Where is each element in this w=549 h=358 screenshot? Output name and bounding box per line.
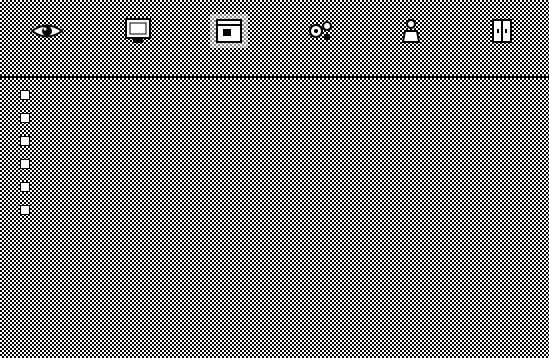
list-item[interactable]: [16, 199, 533, 222]
display-icon: [119, 14, 157, 48]
list-item[interactable]: [16, 153, 533, 176]
cabinet-icon: [483, 14, 521, 48]
gears-icon: [301, 14, 339, 48]
bullet-icon: [20, 182, 30, 192]
toolbar-tab-4[interactable]: [279, 0, 361, 74]
toolbar-tab-6[interactable]: [461, 0, 543, 74]
list-item[interactable]: [16, 176, 533, 199]
bullet-icon: [20, 90, 30, 100]
pane-list: [16, 84, 533, 224]
preferences-window: [0, 0, 549, 358]
list-item[interactable]: [16, 107, 533, 130]
bullet-icon: [20, 159, 30, 169]
bullet-icon: [20, 113, 30, 123]
bullet-icon: [20, 205, 30, 215]
bullet-icon: [20, 136, 30, 146]
toolbar-tab-1[interactable]: [6, 0, 88, 74]
window-icon: [210, 14, 248, 48]
person-icon: [392, 14, 430, 48]
toolbar-divider: [0, 76, 549, 78]
toolbar-tab-5[interactable]: [370, 0, 452, 74]
toolbar: [0, 0, 549, 74]
toolbar-tab-2[interactable]: [97, 0, 179, 74]
toolbar-tab-3[interactable]: [188, 0, 270, 74]
eye-icon: [28, 14, 66, 48]
list-item[interactable]: [16, 130, 533, 153]
list-item[interactable]: [16, 84, 533, 107]
